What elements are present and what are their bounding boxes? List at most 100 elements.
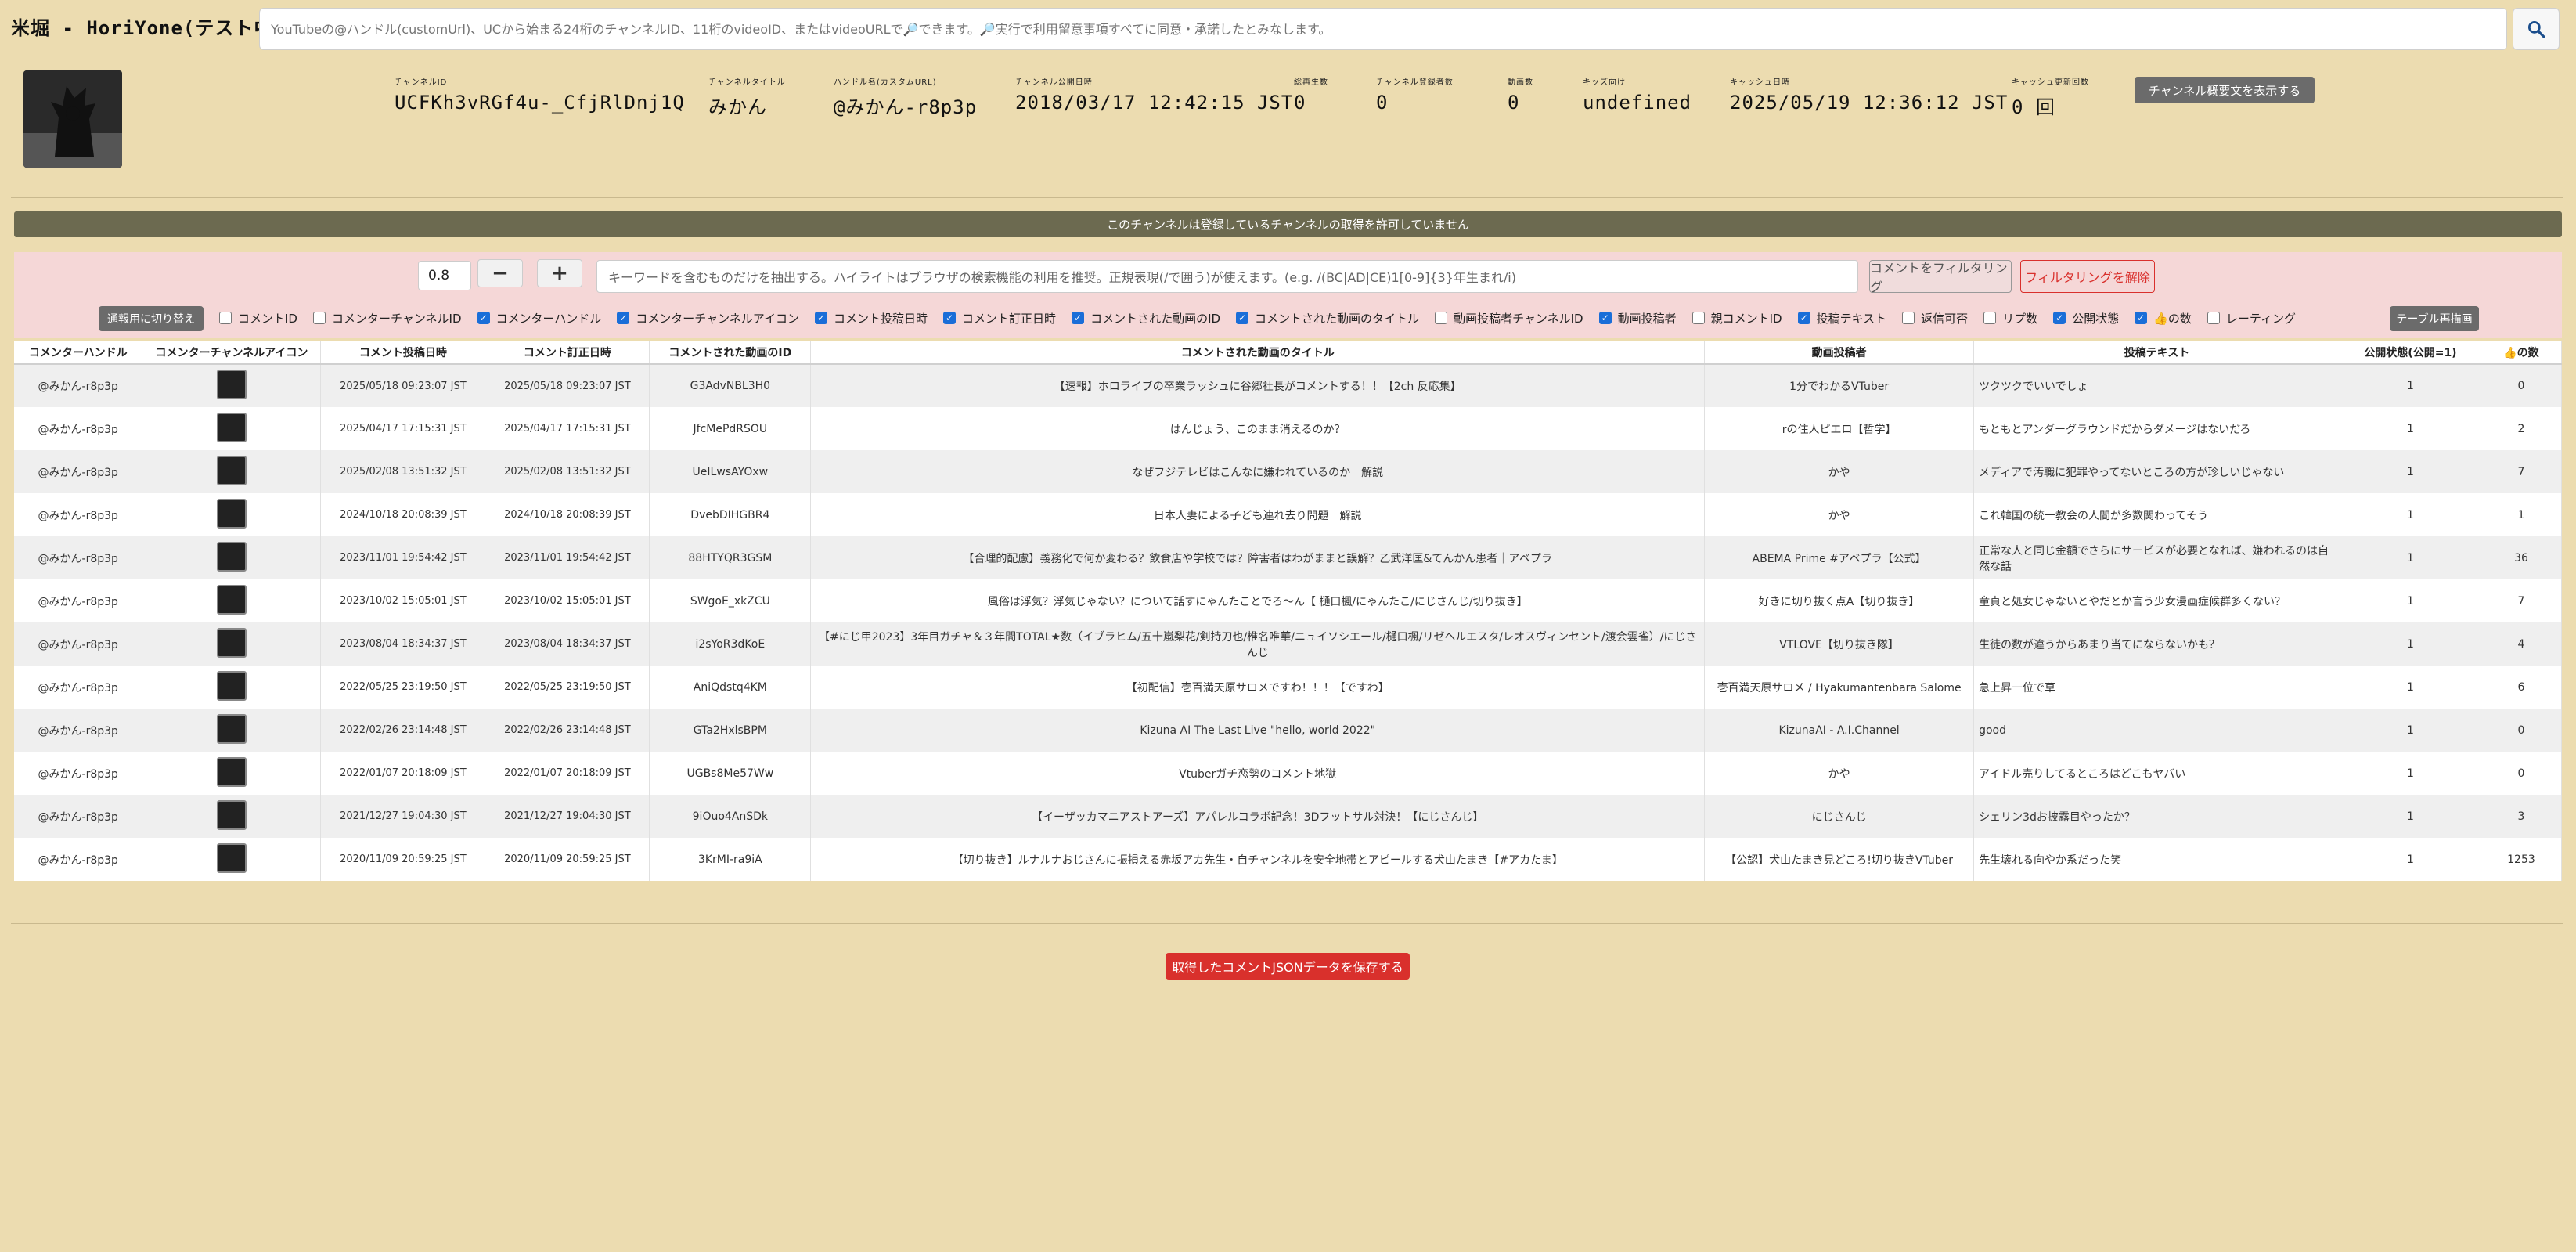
public-status-cell: 1 — [2340, 709, 2481, 752]
column-checkbox[interactable]: リプ数 — [1983, 310, 2037, 327]
column-checkbox[interactable]: 親コメントID — [1692, 310, 1782, 327]
column-checkbox-label: コメンターチャンネルアイコン — [636, 311, 800, 326]
checkbox-unchecked-icon[interactable] — [219, 312, 232, 324]
redraw-table-button[interactable]: テーブル再描画 — [2390, 306, 2479, 331]
search-icon — [2527, 20, 2545, 38]
checkbox-unchecked-icon[interactable] — [2207, 312, 2220, 324]
report-mode-toggle-button[interactable]: 通報用に切り替え — [99, 306, 204, 331]
checkbox-checked-icon[interactable]: ✓ — [2053, 312, 2066, 324]
column-checkbox[interactable]: コメントID — [219, 310, 297, 327]
checkbox-unchecked-icon[interactable] — [1983, 312, 1997, 324]
checkbox-unchecked-icon[interactable] — [312, 312, 326, 324]
comment-text-cell: 急上昇一位で草 — [1973, 666, 2340, 709]
channel-info-label: チャンネル登録者数 — [1376, 78, 1454, 87]
edit-date-cell: 2022/05/25 23:19:50 JST — [485, 666, 650, 709]
commenter-avatar-cell — [142, 493, 322, 536]
column-checkbox[interactable]: レーティング — [2207, 310, 2296, 327]
threshold-input[interactable]: 0.8 — [418, 261, 471, 290]
column-checkbox[interactable]: 返信可否 — [1902, 310, 1968, 327]
app-title: 米堀 - HoriYone(テスト中) — [11, 17, 286, 39]
column-header[interactable]: コメントされた動画のタイトル — [810, 341, 1706, 365]
post-date-cell: 2023/10/02 15:05:01 JST — [320, 579, 486, 622]
channel-info-label: 動画数 — [1508, 78, 1533, 87]
clear-filter-button[interactable]: フィルタリングを解除 — [2020, 260, 2155, 293]
commenter-avatar-cell — [142, 579, 322, 622]
checkbox-checked-icon[interactable]: ✓ — [943, 312, 957, 324]
edit-date-cell: 2023/11/01 19:54:42 JST — [485, 536, 650, 579]
checkbox-checked-icon[interactable]: ✓ — [815, 312, 828, 324]
edit-date-cell: 2025/05/18 09:23:07 JST — [485, 364, 650, 407]
channel-info-field: キャッシュ日時 2025/05/19 12:36:12 JST — [1730, 75, 2008, 114]
video-uploader-cell: 【公認】犬山たまき見どころ!切り抜きVTuber — [1704, 838, 1975, 881]
checkbox-checked-icon[interactable]: ✓ — [1236, 312, 1249, 324]
checkbox-checked-icon[interactable]: ✓ — [1797, 312, 1810, 324]
channel-info-value: みかん — [708, 96, 767, 118]
video-title-cell: Vtuberガチ恋勢のコメント地獄 — [810, 752, 1706, 795]
search-box[interactable] — [259, 8, 2507, 50]
search-input[interactable] — [260, 9, 2506, 49]
increment-button[interactable]: + — [537, 259, 582, 287]
commenter-avatar-cell — [142, 450, 322, 493]
column-checkbox[interactable]: ✓ コメンターチャンネルアイコン — [617, 310, 799, 327]
column-checkbox[interactable]: コメンターチャンネルID — [312, 310, 462, 327]
public-status-cell: 1 — [2340, 536, 2481, 579]
checkbox-checked-icon[interactable]: ✓ — [1598, 312, 1612, 324]
checkbox-unchecked-icon[interactable] — [1692, 312, 1705, 324]
column-checkbox[interactable]: ✓ コメンターハンドル — [477, 310, 601, 327]
column-checkbox-label: コメンターチャンネルID — [331, 311, 462, 326]
like-count-cell: 1 — [2481, 493, 2563, 536]
checkbox-unchecked-icon[interactable] — [1902, 312, 1915, 324]
video-id-cell: AniQdstq4KM — [649, 666, 812, 709]
search-button[interactable] — [2513, 8, 2560, 50]
table-header-row: コメンターハンドル コメンターチャンネルアイコン コメント投稿日時 コメント訂正日時コ… — [14, 341, 2563, 365]
column-checkbox-label: 動画投稿者チャンネルID — [1454, 311, 1583, 326]
column-checkbox[interactable]: ✓ 公開状態 — [2053, 310, 2119, 327]
column-checkbox[interactable]: ✓ 👍の数 — [2135, 310, 2192, 327]
column-header[interactable]: コメンターハンドル — [14, 341, 143, 365]
decrement-button[interactable]: − — [477, 259, 523, 287]
column-checkbox[interactable]: ✓ 投稿テキスト — [1797, 310, 1886, 327]
like-count-cell: 0 — [2481, 752, 2563, 795]
channel-info-label: チャンネル公開日時 — [1015, 78, 1093, 87]
channel-info-value: 0 — [1294, 92, 1306, 114]
video-uploader-cell: かや — [1704, 493, 1975, 536]
checkbox-checked-icon[interactable]: ✓ — [2135, 312, 2148, 324]
channel-info-label: 総再生数 — [1294, 78, 1328, 87]
column-header[interactable]: コメントされた動画のID — [649, 341, 812, 365]
column-checkbox[interactable]: 動画投稿者チャンネルID — [1435, 310, 1583, 327]
channel-info-value: 0 回 — [2012, 96, 2055, 118]
save-json-button[interactable]: 取得したコメントJSONデータを保存する — [1166, 953, 1410, 980]
checkbox-unchecked-icon[interactable] — [1435, 312, 1448, 324]
public-status-cell: 1 — [2340, 450, 2481, 493]
column-checkbox[interactable]: ✓ コメントされた動画のタイトル — [1236, 310, 1419, 327]
column-header[interactable]: 投稿テキスト — [1973, 341, 2340, 365]
public-status-cell: 1 — [2340, 579, 2481, 622]
column-header[interactable]: コメント投稿日時 — [320, 341, 486, 365]
channel-info-value: 0 — [1508, 92, 1520, 114]
commenter-avatar-cell — [142, 622, 322, 666]
checkbox-checked-icon[interactable]: ✓ — [477, 312, 490, 324]
commenter-handle-cell: @みかん-r8p3p — [14, 364, 143, 407]
commenter-handle-cell: @みかん-r8p3p — [14, 709, 143, 752]
column-header[interactable]: 公開状態(公開=1) — [2340, 341, 2481, 365]
column-header[interactable]: 動画投稿者 — [1704, 341, 1975, 365]
column-header[interactable]: コメント訂正日時 — [485, 341, 650, 365]
column-header[interactable]: 👍の数 — [2481, 341, 2563, 365]
filter-comments-button[interactable]: コメントをフィルタリング — [1869, 260, 2012, 294]
divider — [11, 197, 2563, 198]
checkbox-checked-icon[interactable]: ✓ — [617, 312, 630, 324]
column-checkbox-label: リプ数 — [2002, 311, 2038, 326]
keyword-filter-input[interactable]: キーワードを含むものだけを抽出する。ハイライトはブラウザの検索機能の利用を推奨。… — [596, 260, 1858, 293]
column-checkbox[interactable]: ✓ コメント投稿日時 — [815, 310, 928, 327]
column-checkbox[interactable]: ✓ コメント訂正日時 — [943, 310, 1056, 327]
channel-avatar — [23, 70, 122, 168]
video-id-cell: G3AdvNBL3H0 — [649, 364, 812, 407]
column-checkbox[interactable]: ✓ コメントされた動画のID — [1072, 310, 1220, 327]
divider-bottom — [11, 923, 2563, 924]
column-header[interactable]: コメンターチャンネルアイコン — [142, 341, 322, 365]
like-count-cell: 7 — [2481, 579, 2563, 622]
column-checkbox[interactable]: ✓ 動画投稿者 — [1598, 310, 1677, 327]
checkbox-checked-icon[interactable]: ✓ — [1072, 312, 1085, 324]
video-id-cell: 3KrMI-ra9iA — [649, 838, 812, 881]
show-channel-summary-button[interactable]: チャンネル概要文を表示する — [2135, 77, 2315, 103]
